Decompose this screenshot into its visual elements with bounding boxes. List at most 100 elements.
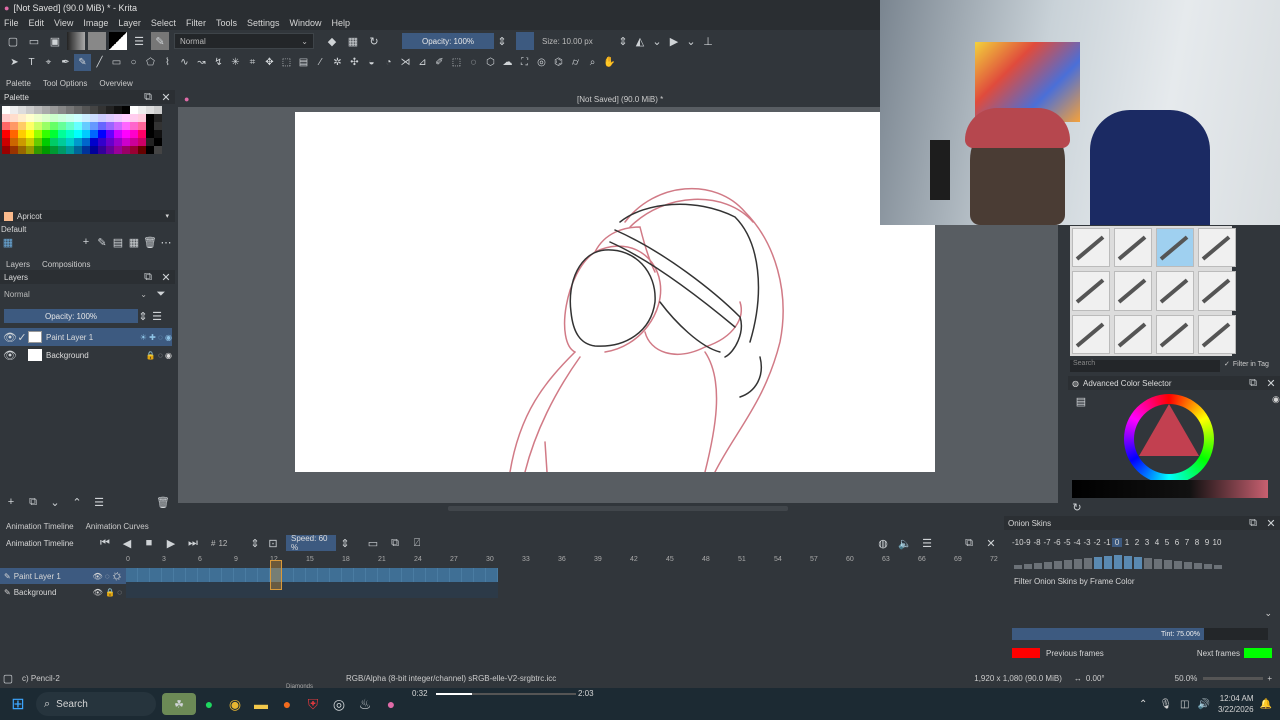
menu-item[interactable]: Select bbox=[151, 18, 176, 28]
onion-opacity-bar[interactable] bbox=[1024, 564, 1032, 569]
palette-swatch[interactable] bbox=[138, 122, 146, 130]
palette-swatch[interactable] bbox=[138, 106, 146, 114]
palette-swatch[interactable] bbox=[50, 138, 58, 146]
wrap-around-icon[interactable]: ⊥ bbox=[699, 32, 717, 50]
brush-preset[interactable] bbox=[1072, 271, 1110, 311]
freehand-select-icon[interactable]: ☁ bbox=[499, 54, 516, 71]
lock-icon[interactable]: 🔒 ◌ ◉ bbox=[146, 351, 172, 360]
palette-swatch[interactable] bbox=[34, 146, 42, 154]
palette-swatch[interactable] bbox=[114, 122, 122, 130]
enclose-fill-icon[interactable]: ◔ bbox=[380, 54, 397, 71]
onion-frame-number[interactable]: -5 bbox=[1062, 538, 1072, 547]
palette-swatch[interactable] bbox=[18, 122, 26, 130]
grid-icon[interactable]: ▦ bbox=[128, 233, 140, 251]
saturation-triangle[interactable] bbox=[1139, 404, 1199, 456]
layer-row-background[interactable]: 👁 Background 🔒 ◌ ◉ bbox=[0, 346, 172, 364]
obs-icon[interactable]: ◎ bbox=[326, 695, 352, 713]
palette-swatch[interactable] bbox=[10, 130, 18, 138]
origin-icon[interactable]: ● bbox=[274, 695, 300, 713]
palette-swatch[interactable] bbox=[2, 114, 10, 122]
palette-swatch[interactable] bbox=[90, 114, 98, 122]
palette-swatch[interactable] bbox=[154, 130, 162, 138]
onion-frame-numbers[interactable]: -10 -9 -8 -7 -6 -5 -4 -3 -2 -1 0 1 2 3 4 5 6 7 8 9 10 bbox=[1004, 538, 1280, 547]
onion-opacity-bar[interactable] bbox=[1144, 558, 1152, 569]
palette-color-row[interactable]: Apricot ▾ bbox=[0, 210, 175, 222]
chevron-down-icon[interactable]: ⌄ bbox=[686, 32, 696, 50]
palette-swatch[interactable] bbox=[50, 106, 58, 114]
palette-swatch[interactable] bbox=[50, 146, 58, 154]
onion-opacity-bar[interactable] bbox=[1104, 556, 1112, 569]
select-shapes-icon[interactable]: ➤ bbox=[6, 54, 23, 71]
palette-swatch[interactable] bbox=[18, 138, 26, 146]
chevron-down-icon[interactable]: ⌄ bbox=[1264, 608, 1272, 619]
delete-layer-icon[interactable]: 🗑 bbox=[154, 493, 172, 511]
palette-swatch[interactable] bbox=[130, 146, 138, 154]
layer-opacity-slider[interactable]: Opacity: 100% bbox=[4, 309, 138, 323]
palette-swatch[interactable] bbox=[106, 138, 114, 146]
tab-animation-curves[interactable]: Animation Curves bbox=[86, 522, 149, 531]
onion-frame-number[interactable]: 10 bbox=[1212, 538, 1222, 547]
onion-opacity-bar[interactable] bbox=[1194, 563, 1202, 569]
palette-swatch[interactable] bbox=[82, 130, 90, 138]
play-icon[interactable]: ▶ bbox=[162, 534, 180, 552]
layer-properties-icon[interactable]: ☰ bbox=[90, 493, 108, 511]
palette-swatch[interactable] bbox=[154, 146, 162, 154]
palette-swatch[interactable] bbox=[130, 114, 138, 122]
palette-swatch[interactable] bbox=[106, 114, 114, 122]
remove-frame-icon[interactable]: ⍁ bbox=[408, 534, 426, 552]
brush-search-input[interactable]: Search bbox=[1070, 360, 1220, 372]
palette-swatch[interactable] bbox=[34, 122, 42, 130]
palette-swatch[interactable] bbox=[154, 122, 162, 130]
onion-opacity-bar[interactable] bbox=[1054, 561, 1062, 569]
palette-swatch[interactable] bbox=[66, 114, 74, 122]
color-picker-icon[interactable]: ⁄ bbox=[312, 54, 329, 71]
palette-swatch[interactable] bbox=[82, 106, 90, 114]
onion-frame-number[interactable]: -6 bbox=[1052, 538, 1062, 547]
dynamic-brush-icon[interactable]: ↯ bbox=[210, 54, 227, 71]
onion-opacity-bar[interactable] bbox=[1114, 555, 1122, 569]
size-slider[interactable]: Size: 10.00 px bbox=[537, 33, 615, 49]
palette-swatch[interactable] bbox=[66, 106, 74, 114]
palette-swatch[interactable] bbox=[18, 130, 26, 138]
horizontal-scrollbar[interactable] bbox=[448, 506, 788, 511]
multibrush-icon[interactable]: ✳ bbox=[227, 54, 244, 71]
palette-swatch[interactable] bbox=[130, 106, 138, 114]
palette-swatch[interactable] bbox=[146, 130, 154, 138]
palette-swatch[interactable] bbox=[106, 106, 114, 114]
rect-select-icon[interactable]: ⬚ bbox=[448, 54, 465, 71]
color-history-bar[interactable] bbox=[1072, 480, 1268, 498]
line-tool-icon[interactable]: ╱ bbox=[91, 54, 108, 71]
onion-opacity-bar[interactable] bbox=[1044, 562, 1052, 569]
prev-frame-icon[interactable]: ◀ bbox=[118, 534, 136, 552]
speed-input[interactable]: Speed: 60 % bbox=[286, 534, 336, 552]
onion-opacity-bar[interactable] bbox=[1134, 557, 1142, 569]
gradient-icon[interactable] bbox=[67, 32, 85, 50]
palette-swatch[interactable] bbox=[130, 122, 138, 130]
palette-swatch[interactable] bbox=[42, 138, 50, 146]
menu-item[interactable]: Filter bbox=[186, 18, 206, 28]
brush-preset[interactable] bbox=[1198, 271, 1236, 311]
tint-slider[interactable]: Tint: 75.00% bbox=[1012, 628, 1268, 640]
palette-swatch[interactable] bbox=[42, 130, 50, 138]
onion-opacity-bar[interactable] bbox=[1124, 556, 1132, 569]
first-frame-icon[interactable]: ⏮ bbox=[96, 534, 114, 552]
palette-swatch[interactable] bbox=[90, 138, 98, 146]
freehand-path-icon[interactable]: ↝ bbox=[193, 54, 210, 71]
mirror-vertical-icon[interactable]: ▶ bbox=[665, 32, 683, 50]
zoom-tool-icon[interactable]: ⌕ bbox=[584, 54, 601, 71]
krita-taskbar-icon[interactable]: ● bbox=[378, 695, 404, 713]
ellipse-select-icon[interactable]: ◌ bbox=[465, 54, 482, 71]
filter-in-tag-checkbox[interactable]: ✓ Filter in Tag bbox=[1224, 360, 1269, 369]
onion-opacity-bar[interactable] bbox=[1184, 562, 1192, 569]
transform-tool-icon[interactable]: ⬚ bbox=[278, 54, 295, 71]
pattern-icon[interactable] bbox=[88, 32, 106, 50]
palette-swatch[interactable] bbox=[106, 146, 114, 154]
palette-swatch[interactable] bbox=[114, 114, 122, 122]
menu-item[interactable]: Window bbox=[289, 18, 321, 28]
tab-overview[interactable]: Overview bbox=[99, 79, 132, 88]
brush-settings-icon[interactable]: ☰ bbox=[130, 32, 148, 50]
onion-opacity-bars[interactable] bbox=[1004, 555, 1280, 569]
menu-item[interactable]: Image bbox=[83, 18, 108, 28]
close-icon[interactable]: ✕ bbox=[982, 534, 1000, 552]
palette-swatch[interactable] bbox=[138, 138, 146, 146]
